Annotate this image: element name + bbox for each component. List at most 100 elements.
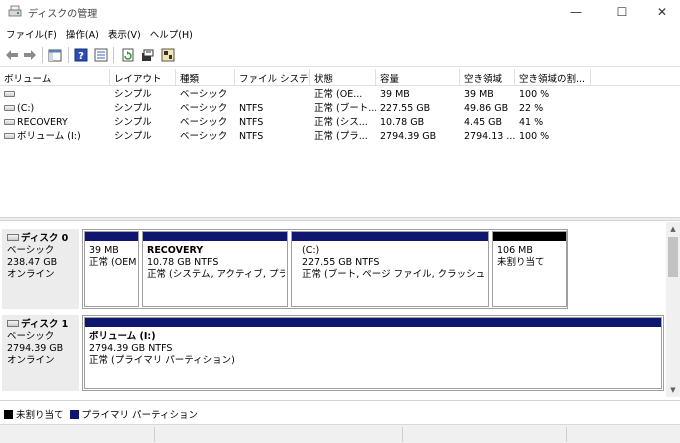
disk-status: オンライン [7,355,55,366]
volume-name: ボリューム (I:) [17,131,81,142]
status-cell: 正常 (シス... [314,117,368,128]
show-hide-tree-button[interactable] [46,46,64,64]
volume-list-header: ボリューム レイアウト 種類 ファイル システム 状態 容量 空き領域 空き領域… [0,69,680,86]
partition-size: 39 MB [89,245,119,256]
partition-oem[interactable]: 39 MB 正常 (OEM [84,231,139,307]
disk-0-label[interactable]: ディスク 0 ベーシック 238.47 GB オンライン [2,229,79,309]
menu-help[interactable]: ヘルプ(H) [148,24,198,42]
disk-management-app-icon [8,5,22,17]
scroll-down-arrow-icon[interactable]: ▼ [666,383,680,397]
capacity-cell: 10.78 GB [380,117,425,128]
volume-row[interactable]: (C:) シンプル ベーシック NTFS 正常 (ブート... 227.55 G… [0,102,680,115]
maximize-button[interactable]: ☐ [602,0,642,24]
minimize-button[interactable]: — [556,0,596,24]
partition-unallocated[interactable]: 106 MB 未割り当て [492,231,567,307]
percent-free-cell: 100 % [519,131,550,142]
back-arrow-icon [6,50,18,60]
type-cell: ベーシック [180,103,228,114]
back-button[interactable] [3,46,21,64]
disk-graphical-pane: ディスク 0 ベーシック 238.47 GB オンライン 39 MB 正常 (O… [0,222,666,397]
filesystem-cell [235,88,310,101]
scrollbar-thumb[interactable] [668,237,678,277]
volume-cell: RECOVERY [0,116,110,129]
partition-recovery[interactable]: RECOVERY 10.78 GB NTFS 正常 (システム, アクティブ, … [142,231,288,307]
disk-1-label[interactable]: ディスク 1 ベーシック 2794.39 GB オンライン [2,315,79,391]
disk-properties-button[interactable] [159,46,177,64]
layout-cell: シンプル [114,117,152,128]
capacity-cell: 2794.39 GB [380,131,437,142]
partition-volume-i[interactable]: ボリューム (I:) 2794.39 GB NTFS 正常 (プライマリ パーテ… [84,317,662,389]
partition-text: 39 MB 正常 (OEM [89,245,136,269]
partition-status: 正常 (システム, アクティブ, プライマ [147,269,285,280]
volume-icon [4,104,15,111]
partition-bar-primary [143,232,287,241]
list-view-button[interactable] [92,46,110,64]
disk-name: ディスク 1 [21,319,69,330]
volume-row[interactable]: ボリューム (I:) シンプル ベーシック NTFS 正常 (プラ... 279… [0,130,680,143]
column-header-filesystem[interactable]: ファイル システム [235,69,310,86]
partition-bar-unallocated [493,232,566,241]
column-header-layout[interactable]: レイアウト [110,69,176,86]
disk-name: ディスク 0 [21,233,69,244]
pane-splitter[interactable] [0,217,680,221]
volume-row[interactable]: RECOVERY シンプル ベーシック NTFS 正常 (シス... 10.78… [0,116,680,129]
column-header-capacity[interactable]: 容量 [376,69,460,86]
refresh-button[interactable] [119,46,137,64]
partition-status: 未割り当て [497,257,545,268]
disk-0-partitions: 39 MB 正常 (OEM RECOVERY 10.78 GB NTFS 正常 … [82,229,568,309]
volume-cell: (C:) [0,102,110,115]
status-segment [402,427,403,442]
disk-1-partitions: ボリューム (I:) 2794.39 GB NTFS 正常 (プライマリ パーテ… [82,315,664,391]
disk-icon [7,234,19,241]
filesystem-cell: NTFS [239,117,264,128]
partition-name: ボリューム (I:) [89,331,156,342]
disk-status: オンライン [7,269,55,280]
volume-icon [4,118,15,125]
disk-properties-icon [161,48,175,62]
volume-icon [4,90,15,97]
column-header-volume[interactable]: ボリューム [0,69,110,86]
close-button[interactable]: ✕ [642,0,680,24]
volume-cell [0,88,110,101]
menu-file[interactable]: ファイル(F) [4,24,62,42]
status-cell: 正常 (プラ... [314,131,368,142]
capacity-cell: 227.55 GB [380,103,431,114]
menu-action[interactable]: 操作(A) [64,24,104,42]
maximize-icon: ☐ [616,5,628,19]
column-header-free-space[interactable]: 空き領域 [460,69,515,86]
close-icon: ✕ [656,5,668,19]
help-button[interactable]: ? [72,46,90,64]
partition-size: 2794.39 GB NTFS [89,343,173,354]
minimize-icon: — [570,5,582,19]
disk-size: 2794.39 GB [7,343,64,354]
type-cell: ベーシック [180,89,228,100]
column-header-percent-free[interactable]: 空き領域の割... [515,69,591,86]
layout-cell: シンプル [114,131,152,142]
column-header-status[interactable]: 状態 [310,69,376,86]
column-header-type[interactable]: 種類 [176,69,235,86]
legend-swatch-unallocated [4,409,13,419]
vertical-scrollbar[interactable]: ▲ ▼ [666,222,680,397]
partition-status: 正常 (OEM [89,257,136,268]
free-space-cell: 49.86 GB [464,103,509,114]
disk-size: 238.47 GB [7,257,58,268]
menu-view[interactable]: 表示(V) [106,24,146,42]
settings-button[interactable] [139,46,157,64]
scroll-up-arrow-icon[interactable]: ▲ [666,222,680,236]
volume-row[interactable]: シンプル ベーシック 正常 (OE... 39 MB 39 MB 100 % [0,88,680,101]
volume-name: RECOVERY [17,117,68,128]
forward-button[interactable] [21,46,39,64]
partition-bar-primary [85,232,138,241]
settings-icon [142,49,154,61]
partition-c-drive[interactable]: (C:) 227.55 GB NTFS 正常 (ブート, ページ ファイル, ク… [291,231,489,307]
partition-name: RECOVERY [147,245,204,256]
legend-label-unallocated: 未割り当て [16,410,64,421]
disk-icon [7,320,19,327]
disk-type: ベーシック [7,245,55,256]
menu-bar: ファイル(F) 操作(A) 表示(V) ヘルプ(H) [0,24,680,42]
percent-free-cell: 41 % [519,117,544,128]
volume-list: シンプル ベーシック 正常 (OE... 39 MB 39 MB 100 % (… [0,87,680,217]
filesystem-cell: NTFS [239,103,264,114]
partition-bar-primary [292,232,488,241]
type-cell: ベーシック [180,131,228,142]
